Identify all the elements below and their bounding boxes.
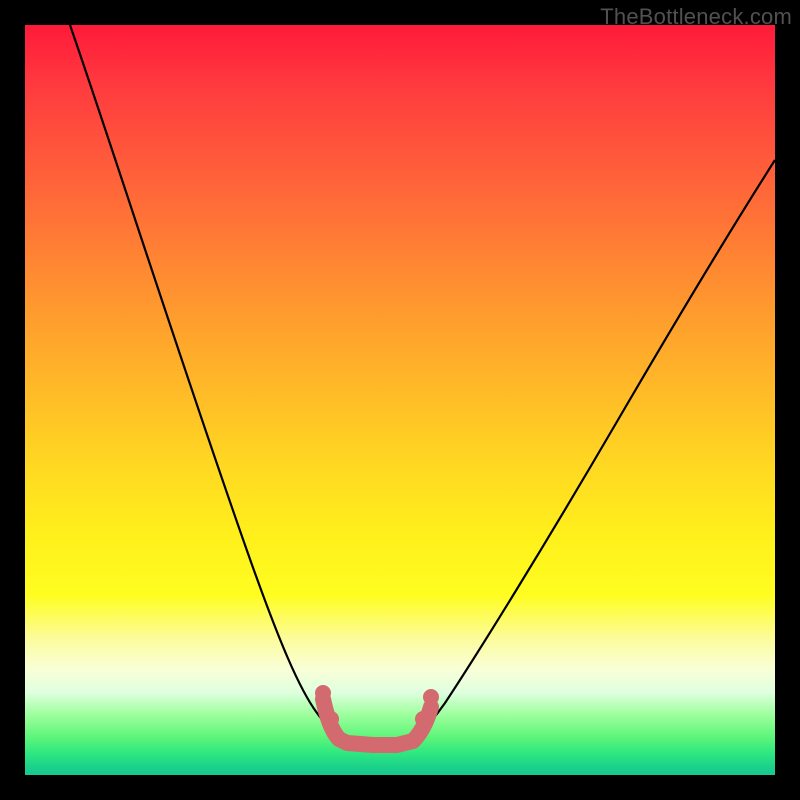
min-blob-dot-4	[423, 689, 439, 705]
min-blob-dot-1	[315, 685, 331, 701]
bottleneck-curve-svg	[25, 25, 775, 775]
chart-area	[25, 25, 775, 775]
min-blob-dot-2	[323, 711, 339, 727]
attribution-text: TheBottleneck.com	[600, 4, 792, 30]
min-highlight-blob	[323, 699, 431, 745]
curve-right-branch	[415, 160, 775, 739]
curve-left-branch	[70, 25, 337, 739]
min-blob-dot-3	[415, 711, 431, 727]
